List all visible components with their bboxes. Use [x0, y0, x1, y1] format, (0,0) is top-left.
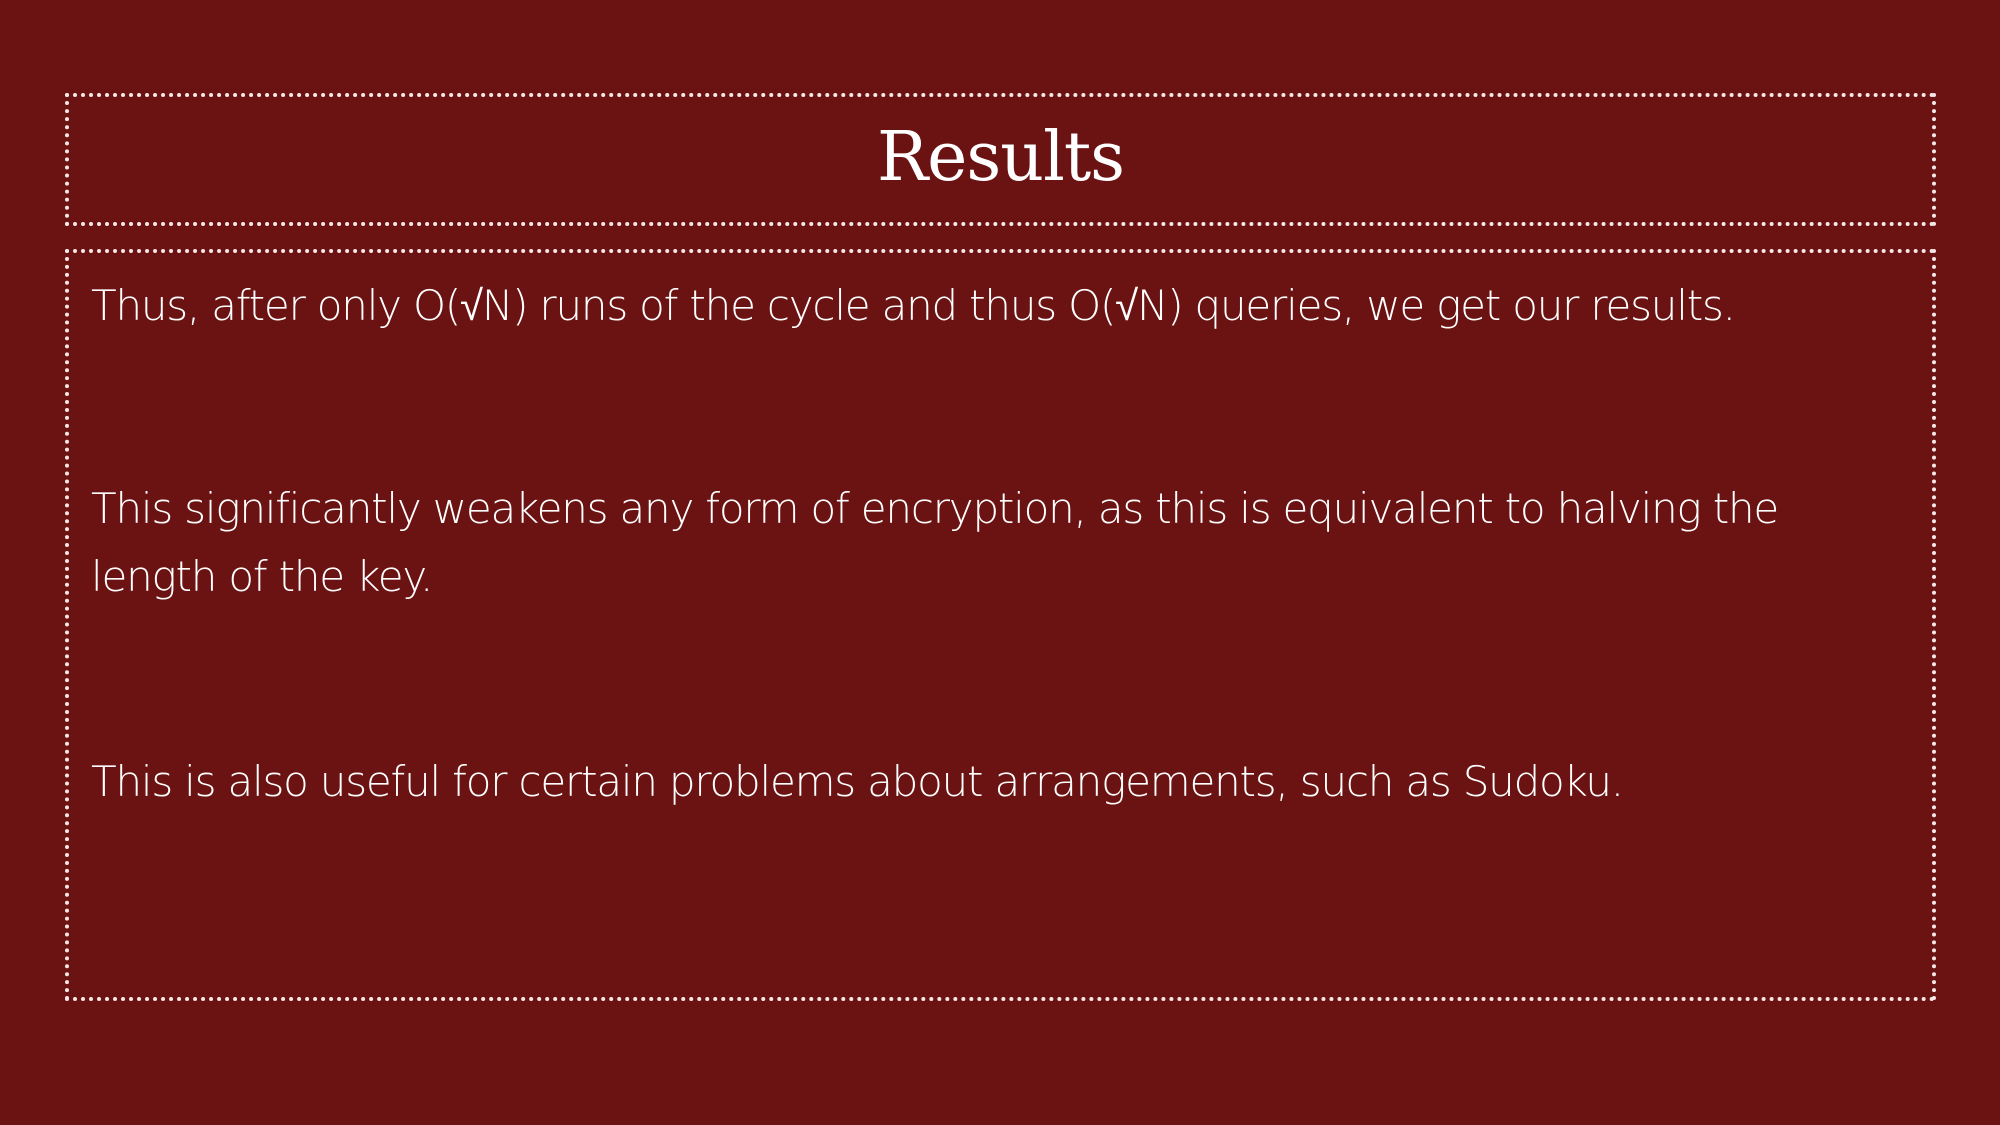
- content-frame: Thus, after only O(√N) runs of the cycle…: [65, 249, 1936, 1001]
- presentation-slide: Results Thus, after only O(√N) runs of t…: [0, 0, 2000, 1125]
- title-frame: Results: [65, 93, 1936, 226]
- paragraph-results-summary: Thus, after only O(√N) runs of the cycle…: [91, 281, 1736, 330]
- paragraph-encryption-impact: This significantly weakens any form of e…: [91, 484, 1779, 601]
- paragraph-arrangement-use: This is also useful for certain problems…: [91, 757, 1624, 806]
- slide-title: Results: [876, 117, 1125, 197]
